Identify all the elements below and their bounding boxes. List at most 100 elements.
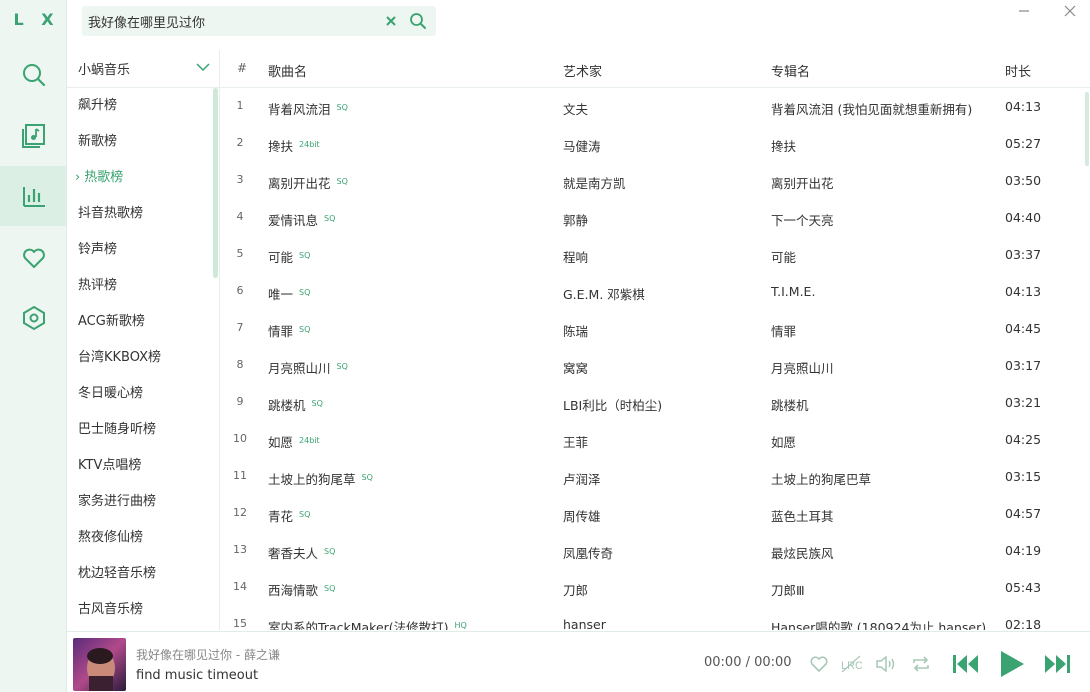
volume-button[interactable] xyxy=(874,652,898,676)
song-table-scrollbar[interactable] xyxy=(1085,92,1089,166)
song-name: 情罪 SQ xyxy=(268,321,310,340)
board-item[interactable]: 台湾KKBOX榜 xyxy=(67,340,217,376)
table-row[interactable]: 4 爱情讯息 SQ 郭静 下一个天亮 04:40 xyxy=(220,199,1084,236)
favorite-button[interactable] xyxy=(807,652,831,676)
table-row[interactable]: 15 室内系的TrackMaker(法修散打) HQ hanser Hanser唱的歌 … xyxy=(220,606,1084,630)
song-title: 奢香夫人 xyxy=(268,546,319,561)
table-row[interactable]: 3 离别开出花 SQ 就是南方凯 离别开出花 03:50 xyxy=(220,162,1084,199)
song-artist: 卢润泽 xyxy=(563,472,601,487)
search-icon xyxy=(410,13,426,29)
board-item[interactable]: 冬日暖心榜 xyxy=(67,376,217,412)
table-row[interactable]: 12 青花 SQ 周传雄 蓝色土耳其 04:57 xyxy=(220,495,1084,532)
board-list-scrollbar[interactable] xyxy=(213,88,218,278)
song-duration: 04:40 xyxy=(1005,210,1042,225)
song-title: 室内系的TrackMaker(法修散打) xyxy=(268,620,449,630)
board-item[interactable]: 铃声榜 xyxy=(67,232,217,268)
previous-track-button[interactable] xyxy=(951,652,981,676)
chevron-down-icon xyxy=(196,63,210,72)
minimize-button[interactable] xyxy=(1014,2,1034,20)
repeat-icon xyxy=(913,656,929,672)
song-album: 搀扶 xyxy=(771,139,797,154)
board-item[interactable]: 熬夜修仙榜 xyxy=(67,520,217,556)
play-button[interactable] xyxy=(997,649,1027,679)
header-album: 专辑名 xyxy=(771,65,811,80)
song-artist: 凤凰传奇 xyxy=(563,546,614,561)
quality-badge: SQ xyxy=(336,177,348,186)
song-title: 跳楼机 xyxy=(268,398,306,413)
search-box[interactable]: 我好像在哪里见过你 xyxy=(82,6,436,36)
board-item[interactable]: 热歌榜 xyxy=(67,160,217,196)
search-input[interactable]: 我好像在哪里见过你 xyxy=(88,12,380,31)
clear-search-button[interactable] xyxy=(380,10,402,32)
nav-leaderboard[interactable] xyxy=(0,166,67,226)
album-cover[interactable] xyxy=(73,638,126,691)
song-name: 搀扶 24bit xyxy=(268,136,320,155)
song-artist: 刀郎 xyxy=(563,583,589,598)
board-item[interactable]: 热评榜 xyxy=(67,268,217,304)
row-number: 11 xyxy=(233,469,247,482)
song-album: 如愿 xyxy=(771,435,797,450)
board-item[interactable]: 古风音乐榜 xyxy=(67,592,217,628)
table-row[interactable]: 9 跳楼机 SQ LBI利比（时柏尘) 跳楼机 03:21 xyxy=(220,384,1084,421)
repeat-mode-button[interactable] xyxy=(909,652,933,676)
song-duration: 04:45 xyxy=(1005,321,1042,336)
table-row[interactable]: 5 可能 SQ 程响 可能 03:37 xyxy=(220,236,1084,273)
song-artist: 文夫 xyxy=(563,102,589,117)
table-row[interactable]: 6 唯一 SQ G.E.M. 邓紫棋 T.I.M.E. 04:13 xyxy=(220,273,1084,310)
table-row[interactable]: 14 西海情歌 SQ 刀郎 刀郎Ⅲ 05:43 xyxy=(220,569,1084,606)
lyric-icon: LRC xyxy=(841,655,862,673)
quality-badge: SQ xyxy=(299,251,311,260)
song-artist: 窝窝 xyxy=(563,361,589,376)
board-item[interactable]: 枕边轻音乐榜 xyxy=(67,556,217,592)
table-row[interactable]: 7 情罪 SQ 陈瑞 情罪 04:45 xyxy=(220,310,1084,347)
skip-next-icon xyxy=(1045,655,1070,673)
row-number: 1 xyxy=(236,99,244,112)
row-number: 15 xyxy=(233,617,247,630)
song-album: 刀郎Ⅲ xyxy=(771,583,805,598)
song-name: 可能 SQ xyxy=(268,247,310,266)
skip-previous-icon xyxy=(953,655,978,673)
music-library-icon xyxy=(21,124,45,148)
table-row[interactable]: 2 搀扶 24bit 马健涛 搀扶 05:27 xyxy=(220,125,1084,162)
nav-settings[interactable] xyxy=(0,288,67,348)
nav-my-list[interactable] xyxy=(0,105,67,165)
board-item[interactable]: KTV点唱榜 xyxy=(67,448,217,484)
row-number: 6 xyxy=(236,284,244,297)
song-title: 青花 xyxy=(268,509,294,524)
song-artist: G.E.M. 邓紫棋 xyxy=(563,287,645,302)
close-icon xyxy=(386,16,396,26)
next-track-button[interactable] xyxy=(1042,652,1072,676)
row-number: 12 xyxy=(233,506,247,519)
nav-search[interactable] xyxy=(0,45,67,105)
board-item[interactable]: 巴士随身听榜 xyxy=(67,412,217,448)
table-row[interactable]: 11 土坡上的狗尾草 SQ 卢润泽 土坡上的狗尾巴草 03:15 xyxy=(220,458,1084,495)
song-name: 月亮照山川 SQ xyxy=(268,358,348,377)
player-bar: 我好像在哪见过你 - 薛之谦 find music timeout 00:00 … xyxy=(67,631,1090,692)
song-artist: 马健涛 xyxy=(563,139,601,154)
board-item[interactable]: 飙升榜 xyxy=(67,88,217,124)
board-item[interactable]: 家务进行曲榜 xyxy=(67,484,217,520)
song-title: 可能 xyxy=(268,250,294,265)
lyric-toggle-button[interactable]: LRC xyxy=(839,652,863,676)
volume-icon xyxy=(876,655,895,673)
table-row[interactable]: 8 月亮照山川 SQ 窝窝 月亮照山川 03:17 xyxy=(220,347,1084,384)
nav-favorites[interactable] xyxy=(0,228,67,288)
table-row[interactable]: 10 如愿 24bit 王菲 如愿 04:25 xyxy=(220,421,1084,458)
source-selector[interactable]: 小蜗音乐 xyxy=(67,50,220,88)
quality-badge: SQ xyxy=(299,325,311,334)
now-playing-status: find music timeout xyxy=(136,668,259,683)
close-window-button[interactable] xyxy=(1060,2,1080,20)
song-album: 背着风流泪 (我怕见面就想重新拥有) xyxy=(771,102,973,117)
song-album: 土坡上的狗尾巴草 xyxy=(771,472,872,487)
board-item[interactable]: 抖音热歌榜 xyxy=(67,196,217,232)
quality-badge: 24bit xyxy=(299,140,320,149)
table-row[interactable]: 13 奢香夫人 SQ 凤凰传奇 最炫民族风 04:19 xyxy=(220,532,1084,569)
table-row[interactable]: 1 背着风流泪 SQ 文夫 背着风流泪 (我怕见面就想重新拥有) 04:13 xyxy=(220,88,1084,125)
board-item[interactable]: 新歌榜 xyxy=(67,124,217,160)
quality-badge: SQ xyxy=(336,103,348,112)
search-button[interactable] xyxy=(406,9,430,33)
song-name: 唯一 SQ xyxy=(268,284,310,303)
board-item[interactable]: ACG新歌榜 xyxy=(67,304,217,340)
song-title: 离别开出花 xyxy=(268,176,331,191)
source-label: 小蜗音乐 xyxy=(78,63,131,78)
